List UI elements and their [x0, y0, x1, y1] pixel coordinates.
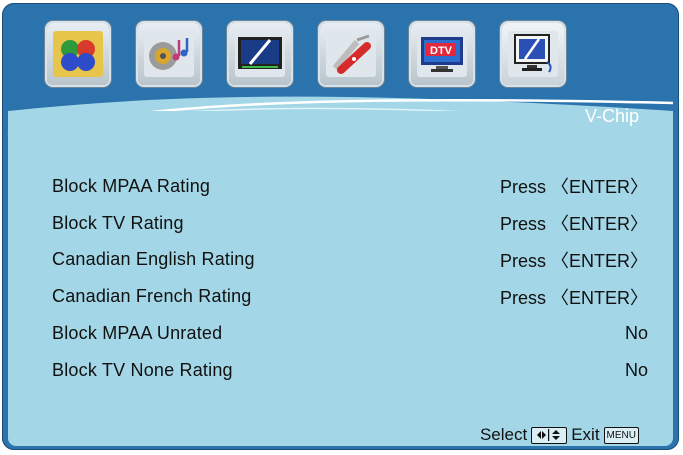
- setting-value: No: [624, 323, 648, 344]
- setting-label: Canadian English Rating: [52, 249, 255, 270]
- navigation-keys-icon: [531, 426, 568, 444]
- setting-row-canadian-french-rating[interactable]: Canadian French Rating Press 〈ENTER〉: [52, 278, 648, 315]
- picture-icon: [53, 31, 103, 77]
- tab-picture[interactable]: [47, 23, 109, 85]
- setting-row-canadian-english-rating[interactable]: Canadian English Rating Press 〈ENTER〉: [52, 242, 648, 279]
- select-label: Select: [479, 425, 528, 444]
- setting-label: Block MPAA Rating: [52, 175, 211, 196]
- menu-tabs: DTV: [47, 23, 564, 85]
- tools-icon: [326, 31, 376, 77]
- settings-list: Block MPAA Rating Press 〈ENTER〉 Block TV…: [52, 168, 648, 389]
- audio-icon: [144, 31, 194, 77]
- dtv-icon: DTV: [417, 31, 467, 77]
- exit-label: Exit: [571, 425, 600, 444]
- footer-hint: Select Exit MENU: [480, 425, 639, 445]
- tab-audio[interactable]: [138, 23, 200, 85]
- setting-row-block-mpaa-rating[interactable]: Block MPAA Rating Press 〈ENTER〉: [52, 168, 648, 205]
- setting-row-block-mpaa-unrated[interactable]: Block MPAA Unrated No: [52, 315, 648, 352]
- setting-row-block-tv-rating[interactable]: Block TV Rating Press 〈ENTER〉: [52, 205, 648, 242]
- setting-value: Press 〈ENTER〉: [499, 287, 648, 308]
- setting-label: Canadian French Rating: [52, 286, 252, 307]
- setting-label: Block MPAA Unrated: [52, 323, 223, 344]
- pc-monitor-icon: [508, 31, 558, 77]
- setting-value: Press 〈ENTER〉: [499, 250, 648, 271]
- tab-dtv[interactable]: DTV: [411, 23, 473, 85]
- setting-label: Block TV None Rating: [52, 359, 233, 380]
- setting-value: Press 〈ENTER〉: [499, 214, 648, 235]
- tab-pc[interactable]: [502, 23, 564, 85]
- tab-tools[interactable]: [320, 23, 382, 85]
- setting-value: Press 〈ENTER〉: [499, 177, 648, 198]
- setting-label: Block TV Rating: [52, 212, 184, 233]
- setting-row-block-tv-none-rating[interactable]: Block TV None Rating No: [52, 352, 648, 389]
- dtv-icon-label: DTV: [430, 45, 453, 57]
- osd-frame: DTV V-Chip Block MPAA Rating Press 〈ENTE…: [2, 3, 679, 450]
- section-title: V-Chip: [584, 106, 639, 126]
- setting-value: No: [624, 359, 648, 380]
- screen-icon: [235, 31, 285, 77]
- tab-screen[interactable]: [229, 23, 291, 85]
- menu-key: MENU: [603, 426, 639, 444]
